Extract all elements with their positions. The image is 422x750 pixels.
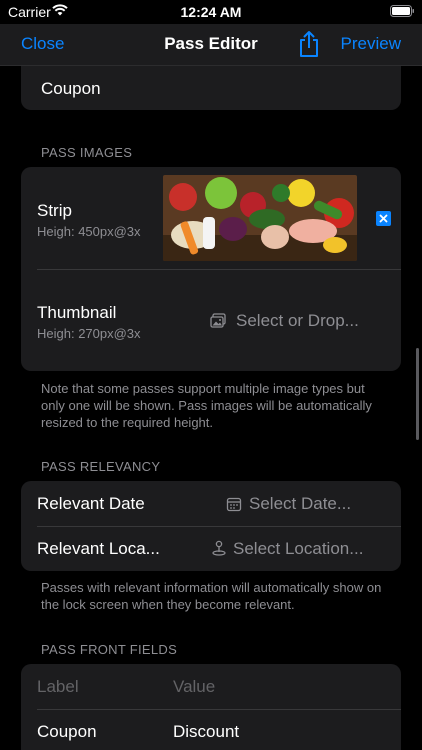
- nav-bar: Close Pass Editor Preview: [0, 24, 422, 66]
- pass-relevancy-card: Relevant Date Select Date... Relevant Lo…: [21, 481, 401, 571]
- field-label-cell[interactable]: Coupon: [37, 722, 97, 742]
- status-bar: Carrier 12:24 AM: [0, 0, 422, 24]
- row-divider: [37, 269, 401, 270]
- photo-icon: [210, 313, 226, 328]
- section-header-pass-front-fields: PASS FRONT FIELDS: [41, 642, 178, 657]
- thumbnail-subtitle: Heigh: 270px@3x: [37, 326, 141, 341]
- column-header-value: Value: [173, 677, 216, 696]
- row-divider: [37, 526, 401, 527]
- pass-images-card: Strip Heigh: 450px@3x Thumbnail Heigh: 2…: [21, 167, 401, 371]
- location-pin-icon: [212, 540, 226, 556]
- scrollbar-thumb[interactable]: [416, 348, 419, 440]
- field-value-cell[interactable]: Discount: [173, 722, 239, 742]
- strip-subtitle: Heigh: 450px@3x: [37, 224, 141, 239]
- relevant-date-placeholder[interactable]: Select Date...: [249, 494, 351, 514]
- column-header-label: Label: [37, 677, 79, 696]
- pass-front-fields-card: Label Value Coupon Discount: [21, 664, 401, 750]
- clock: 12:24 AM: [180, 4, 242, 20]
- preview-button[interactable]: Preview: [341, 34, 401, 54]
- pass-images-note: Note that some passes support multiple i…: [41, 381, 372, 430]
- strip-image[interactable]: [163, 175, 357, 261]
- strip-title: Strip: [37, 201, 72, 220]
- section-header-pass-images: PASS IMAGES: [41, 145, 133, 160]
- remove-strip-button[interactable]: [376, 211, 391, 226]
- relevant-location-title: Relevant Loca...: [37, 539, 160, 558]
- battery-icon: [390, 5, 414, 17]
- row-divider: [37, 709, 401, 710]
- pass-relevancy-note: Passes with relevant information will au…: [41, 580, 382, 612]
- calendar-icon: [226, 497, 242, 512]
- pass-type-card: Coupon: [21, 66, 401, 110]
- relevant-date-title: Relevant Date: [37, 494, 145, 513]
- thumbnail-placeholder[interactable]: Select or Drop...: [236, 311, 359, 331]
- coupon-row-label[interactable]: Coupon: [41, 79, 101, 99]
- thumbnail-title: Thumbnail: [37, 303, 117, 322]
- relevant-location-placeholder[interactable]: Select Location...: [233, 539, 363, 559]
- share-icon[interactable]: [297, 30, 321, 58]
- section-header-pass-relevancy: PASS RELEVANCY: [41, 459, 161, 474]
- remove-image-icon: [379, 214, 388, 223]
